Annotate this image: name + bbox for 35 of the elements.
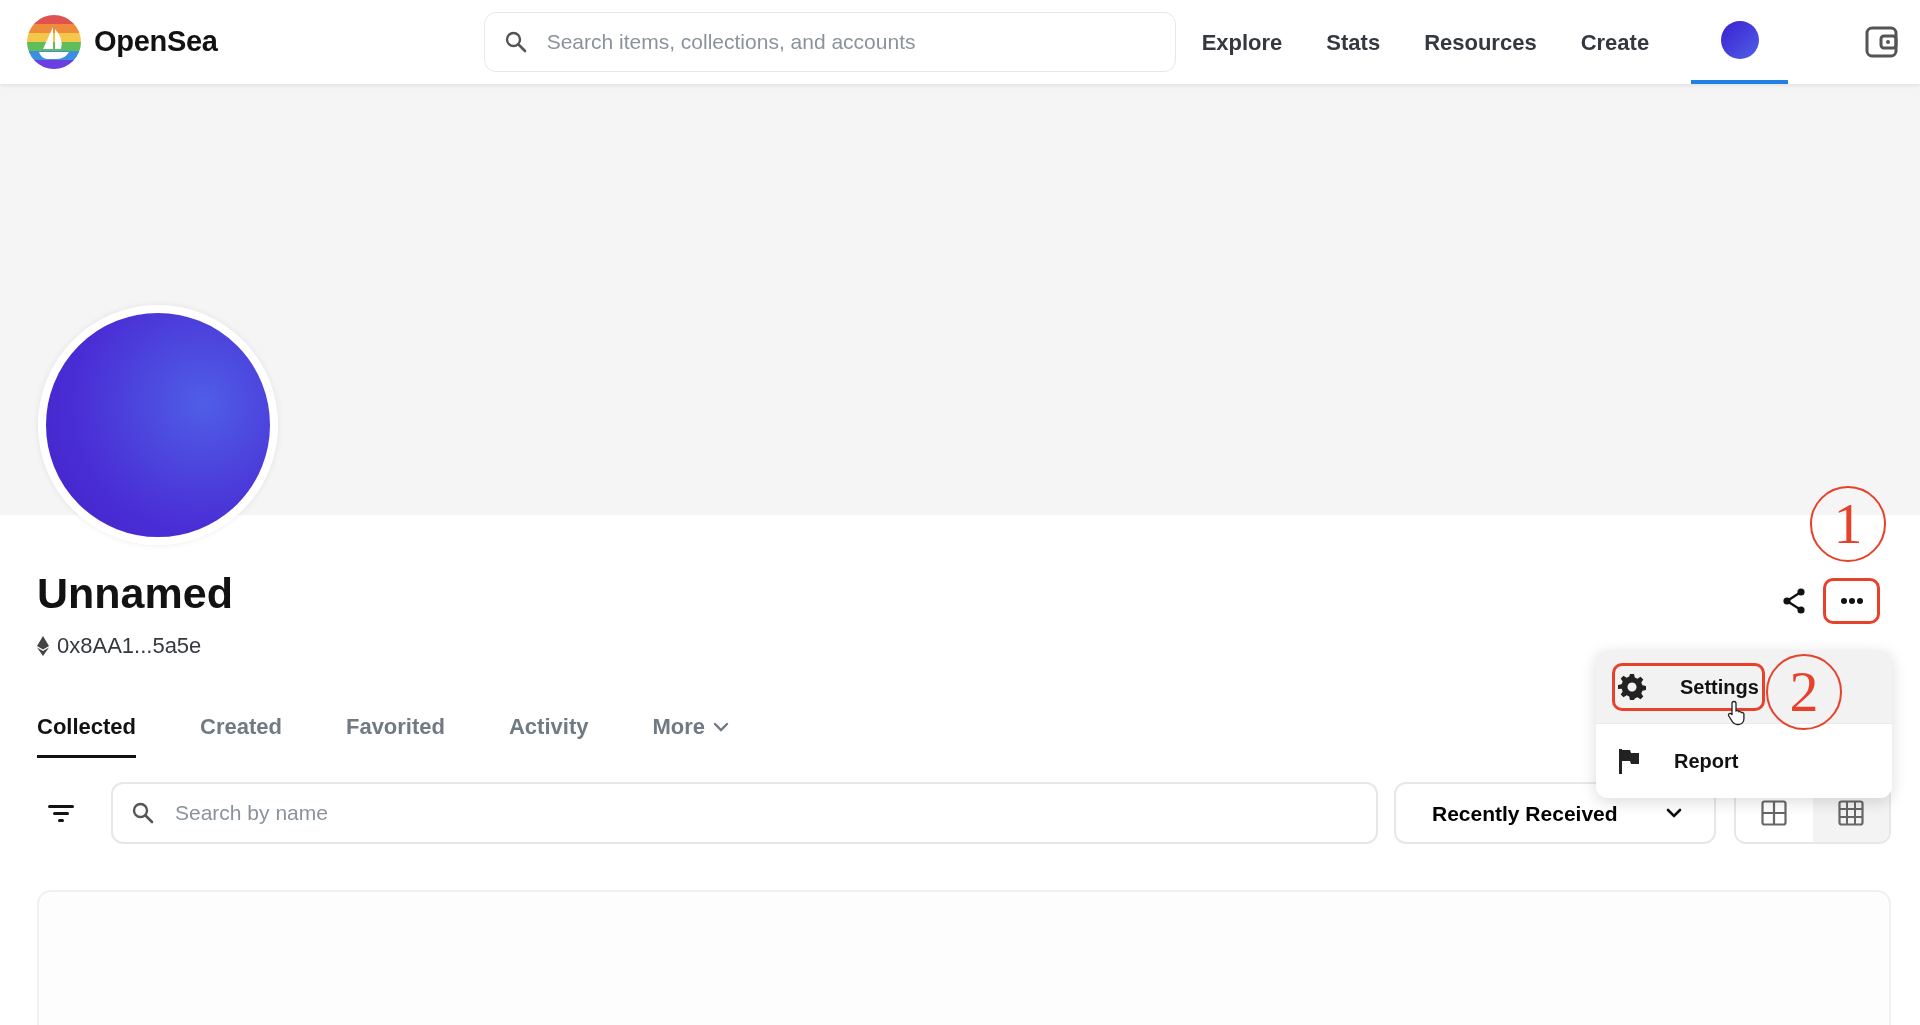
sort-dropdown[interactable]: Recently Received [1394,782,1716,845]
wallet-address[interactable]: 0x8AA1...5a5e [57,629,202,663]
ethereum-icon [37,635,49,656]
nav-link[interactable]: Explore [1179,0,1305,84]
search-field[interactable]: Search items, collections, and accounts [483,12,1176,72]
profile-name: Unnamed [37,570,233,618]
gear-icon [1618,672,1646,701]
wallet-icon[interactable] [1864,24,1900,60]
share-icon[interactable] [1781,587,1807,615]
profile-tab[interactable]: Activity [509,710,589,759]
profile-tab[interactable]: Created [200,710,282,759]
step-number: 2 [1766,654,1842,730]
logo-icon [27,15,81,69]
chevron-down-icon [713,721,730,732]
search-icon [131,801,155,826]
grid-icon [1837,800,1864,827]
logo-text[interactable]: OpenSea [94,20,218,64]
account-avatar [1720,21,1759,59]
chevron-down-icon [1666,808,1682,819]
step-number: 1 [1810,486,1886,562]
menu-item[interactable]: Report [1596,724,1892,798]
highlight-frame: Settings [1612,662,1765,711]
profile-tab[interactable]: Collected [37,710,137,759]
grid-icon [1761,800,1788,827]
nav-link[interactable]: Stats [1304,0,1403,84]
search-field[interactable]: Search by name [111,782,1378,845]
profile-tab[interactable]: Favorited [345,710,445,759]
filter-icon[interactable] [48,803,74,824]
search-icon [503,30,528,54]
nav-link[interactable]: Create [1558,0,1672,84]
more-options-button[interactable] [1823,578,1880,624]
flag-icon [1618,748,1640,774]
nav-link[interactable]: Resources [1402,0,1559,84]
more-icon [1839,597,1864,605]
profile-tab[interactable]: More [652,710,730,759]
